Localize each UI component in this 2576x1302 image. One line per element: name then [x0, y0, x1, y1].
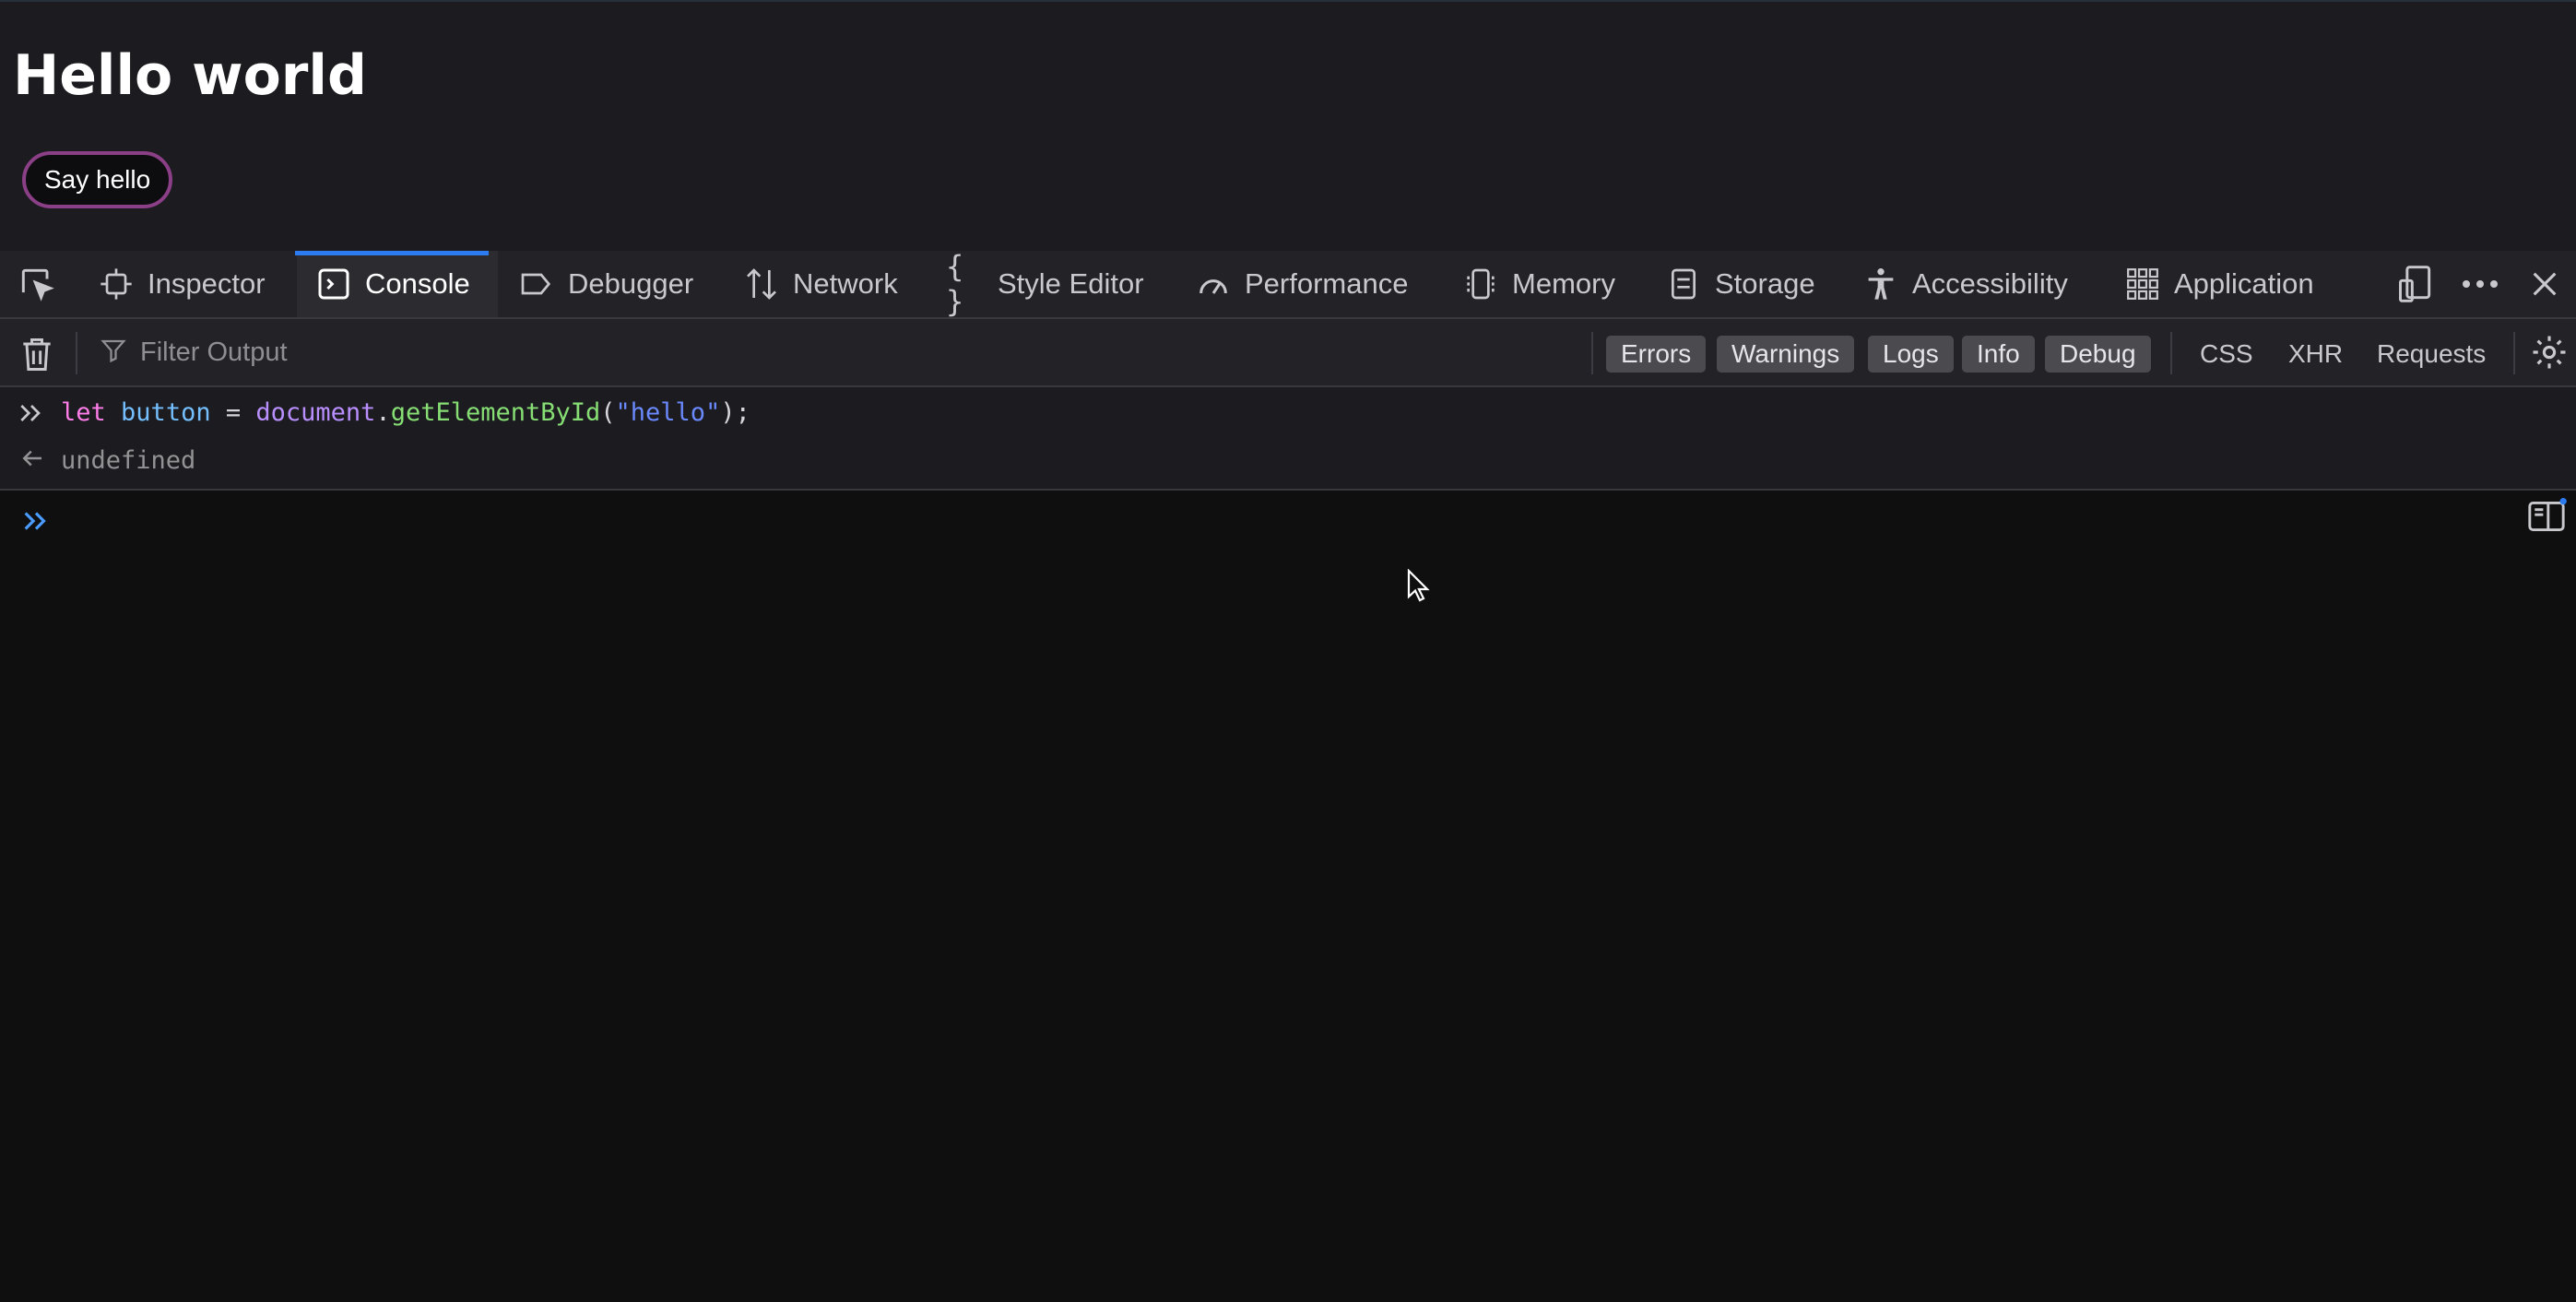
code-variable: button: [121, 398, 211, 427]
divider: [2170, 332, 2172, 374]
settings-gear-icon[interactable]: [2526, 328, 2572, 376]
style-editor-icon: { }: [946, 249, 964, 319]
result-arrow-icon: [18, 444, 46, 477]
inspector-icon: [96, 264, 136, 304]
devtools-toolbar: Inspector Console Debugger Network { } S…: [0, 249, 2576, 319]
console-input-area[interactable]: [0, 491, 2576, 1302]
application-icon: [2122, 264, 2163, 304]
trash-icon[interactable]: [17, 334, 57, 374]
filter-output-input[interactable]: [138, 336, 1525, 369]
code-operator: =: [210, 398, 256, 427]
input-chevron-icon: [17, 398, 46, 432]
filter-errors-button[interactable]: Errors: [1606, 336, 1707, 373]
network-icon: [741, 264, 782, 304]
performance-icon: [1193, 264, 1234, 304]
filter-logs-button[interactable]: Logs: [1868, 336, 1954, 373]
filter-css-button[interactable]: CSS: [2200, 336, 2253, 373]
tab-debugger[interactable]: Debugger: [516, 251, 693, 317]
tab-network-label: Network: [793, 267, 898, 300]
code-function: getElementById: [390, 398, 601, 427]
code-dot: .: [375, 398, 391, 427]
close-icon[interactable]: [2523, 251, 2567, 317]
storage-icon: [1663, 264, 1704, 304]
tab-application[interactable]: Application: [2122, 251, 2314, 317]
tab-memory[interactable]: Memory: [1460, 251, 1615, 317]
page-heading: Hello world: [13, 43, 367, 108]
prompt-chevron-icon: [20, 505, 52, 541]
divider: [1591, 332, 1593, 374]
sidebar-toggle-icon[interactable]: [2526, 498, 2567, 539]
filter-warnings-button[interactable]: Warnings: [1717, 336, 1855, 373]
code-string: "hello": [615, 398, 721, 427]
console-icon: [313, 264, 354, 304]
memory-icon: [1460, 264, 1501, 304]
debugger-icon: [516, 264, 557, 304]
filter-requests-button[interactable]: Requests: [2377, 336, 2486, 373]
tab-inspector-label: Inspector: [148, 267, 266, 300]
console-filter-bar: Errors Warnings Logs Info Debug CSS XHR …: [0, 319, 2576, 387]
filter-debug-button[interactable]: Debug: [2045, 336, 2151, 373]
tab-debugger-label: Debugger: [568, 267, 694, 300]
console-result-line: undefined: [61, 446, 196, 475]
divider: [2513, 332, 2515, 374]
code-paren-close: );: [720, 398, 750, 427]
tab-accessibility-label: Accessibility: [1912, 267, 2068, 300]
tab-performance[interactable]: Performance: [1193, 251, 1408, 317]
more-options-icon[interactable]: [2456, 251, 2504, 317]
filter-info-button[interactable]: Info: [1962, 336, 2035, 373]
tab-inspector[interactable]: Inspector: [96, 251, 266, 317]
accessibility-icon: [1861, 264, 1901, 304]
tab-console[interactable]: Console: [295, 251, 489, 317]
responsive-design-icon[interactable]: [2393, 251, 2438, 317]
tab-accessibility[interactable]: Accessibility: [1861, 251, 2068, 317]
divider: [76, 332, 77, 374]
code-keyword: let: [61, 398, 106, 427]
tab-storage[interactable]: Storage: [1663, 251, 1815, 317]
tab-performance-label: Performance: [1245, 267, 1409, 300]
say-hello-button[interactable]: Say hello: [22, 151, 173, 208]
code-object: document: [255, 398, 376, 427]
element-picker-icon[interactable]: [11, 251, 63, 317]
code-paren-open: (: [600, 398, 616, 427]
filter-icon: [100, 337, 127, 369]
tab-console-label: Console: [365, 267, 470, 300]
tab-network[interactable]: Network: [741, 251, 898, 317]
filter-xhr-button[interactable]: XHR: [2288, 336, 2343, 373]
tab-style-editor-label: Style Editor: [998, 267, 1144, 300]
mouse-cursor-icon: [1407, 568, 1431, 607]
tab-memory-label: Memory: [1512, 267, 1615, 300]
console-input-line: let button = document.getElementById("he…: [61, 395, 750, 432]
tab-storage-label: Storage: [1715, 267, 1815, 300]
tab-style-editor[interactable]: { } Style Editor: [946, 249, 1144, 319]
filter-output-field[interactable]: [100, 330, 1575, 374]
tab-application-label: Application: [2174, 267, 2314, 300]
console-output: let button = document.getElementById("he…: [0, 387, 2576, 491]
page-content: Hello world Say hello: [0, 0, 2576, 253]
